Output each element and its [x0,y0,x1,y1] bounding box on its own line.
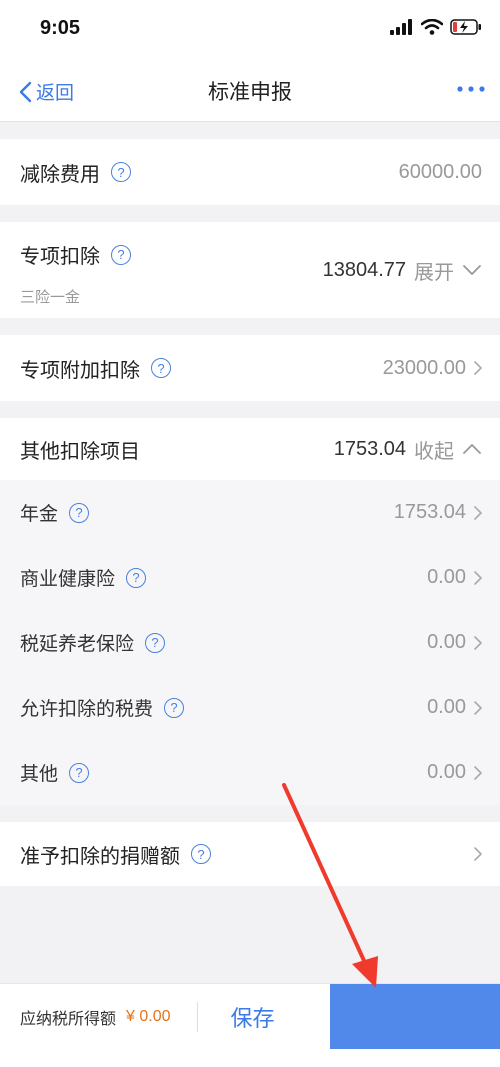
other-deduction-value: 1753.04 收起 [334,418,482,480]
special-deduction-sub: 三险一金 [20,289,81,306]
deduct-cost-row: 减除费用 ? 60000.00 [0,139,500,205]
help-icon[interactable]: ? [69,762,90,783]
chevron-right-icon [474,700,482,715]
chevron-right-icon [474,635,482,650]
help-icon[interactable]: ? [145,632,166,653]
chevron-right-icon [474,505,482,520]
submit-button[interactable] [330,984,500,1049]
wifi-icon [421,19,443,35]
deduct-cost-value: 60000.00 [398,160,482,183]
help-icon[interactable]: ? [191,844,211,864]
home-indicator-area [0,1049,500,1067]
taxable-income-label: 应纳税所得额 [20,1010,117,1028]
chevron-right-icon [474,570,482,585]
collapse-toggle[interactable]: 收起 [414,435,454,464]
chevron-right-icon [474,847,482,861]
donation-label: 准予扣除的捐赠额 ? [20,840,211,869]
help-icon[interactable]: ? [111,244,131,265]
chevron-right-icon [474,765,482,780]
signal-icon [390,19,412,35]
chevron-right-icon [474,361,482,375]
help-icon[interactable]: ? [69,502,90,523]
special-deduction-label: 专项扣除 ? [20,240,131,269]
list-item[interactable]: 其他 ? 0.00 [0,740,500,805]
other-deduction-row[interactable]: 其他扣除项目 1753.04 收起 [0,418,500,480]
help-icon[interactable]: ? [164,697,185,718]
battery-icon [450,19,481,35]
status-time: 9:05 [40,17,81,39]
special-additional-label: 专项附加扣除 ? [20,354,171,383]
expand-toggle[interactable]: 展开 [414,256,454,285]
help-icon[interactable]: ? [126,567,147,588]
taxable-income-value: ¥ 0.00 [126,1007,171,1025]
deduct-cost-label: 减除费用 ? [20,158,131,187]
list-item[interactable]: 商业健康险 ? 0.00 [0,545,500,610]
status-icons [390,19,482,35]
other-items-list: 年金 ? 1753.04 商业健康险 ? 0.00 税延养老保险 ? 0.00 … [0,480,500,805]
bottom-bar: 应纳税所得额 ¥ 0.00 保存 [0,983,500,1049]
list-item[interactable]: 允许扣除的税费 ? 0.00 [0,675,500,740]
status-bar: 9:05 [0,0,500,56]
list-item[interactable]: 税延养老保险 ? 0.00 [0,610,500,675]
special-additional-row[interactable]: 专项附加扣除 ? 23000.00 [0,335,500,401]
special-deduction-value: 13804.77 展开 [323,222,482,318]
special-deduction-row[interactable]: 专项扣除 ? 三险一金 13804.77 展开 [0,222,500,318]
special-additional-value: 23000.00 [383,335,482,401]
chevron-up-icon [463,444,481,454]
donation-row[interactable]: 准予扣除的捐赠额 ? [0,822,500,886]
more-icon [457,86,485,92]
help-icon[interactable]: ? [111,162,131,182]
list-item[interactable]: 年金 ? 1753.04 [0,480,500,545]
save-button[interactable]: 保存 [198,1001,308,1033]
help-icon[interactable]: ? [151,358,171,378]
nav-bar: 返回 标准申报 [0,56,500,122]
page-title: 标准申报 [208,81,292,104]
more-button[interactable] [456,80,486,98]
chevron-down-icon [463,265,481,275]
other-deduction-label: 其他扣除项目 [20,440,140,463]
